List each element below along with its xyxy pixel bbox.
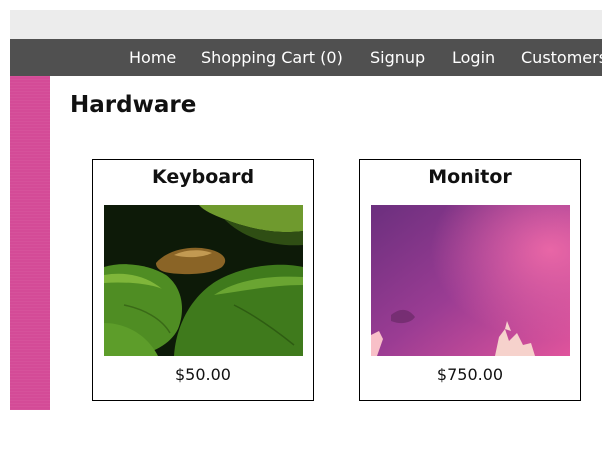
sidebar-accent bbox=[10, 76, 50, 410]
nav-login-link[interactable]: Login bbox=[452, 39, 495, 76]
product-price: $750.00 bbox=[436, 365, 504, 384]
nav-shopping-cart-link[interactable]: Shopping Cart (0) bbox=[201, 39, 343, 76]
nav-home-link[interactable]: Home bbox=[129, 39, 176, 76]
product-card-monitor[interactable]: Monitor $750.00 bbox=[359, 159, 581, 401]
product-price: $50.00 bbox=[175, 365, 231, 384]
product-card-keyboard[interactable]: Keyboard $50.00 bbox=[92, 159, 314, 401]
main-navbar: Home Shopping Cart (0) Signup Login Cust… bbox=[10, 39, 602, 76]
product-name[interactable]: Monitor bbox=[360, 166, 580, 188]
product-image-keyboard[interactable] bbox=[104, 205, 303, 356]
page: Home Shopping Cart (0) Signup Login Cust… bbox=[0, 0, 612, 450]
nav-customers-link[interactable]: Customers bbox=[521, 39, 602, 76]
product-name[interactable]: Keyboard bbox=[93, 166, 313, 188]
nav-signup-link[interactable]: Signup bbox=[370, 39, 425, 76]
product-image-monitor[interactable] bbox=[371, 205, 570, 356]
page-title: Hardware bbox=[70, 92, 197, 118]
top-strip bbox=[10, 10, 602, 39]
